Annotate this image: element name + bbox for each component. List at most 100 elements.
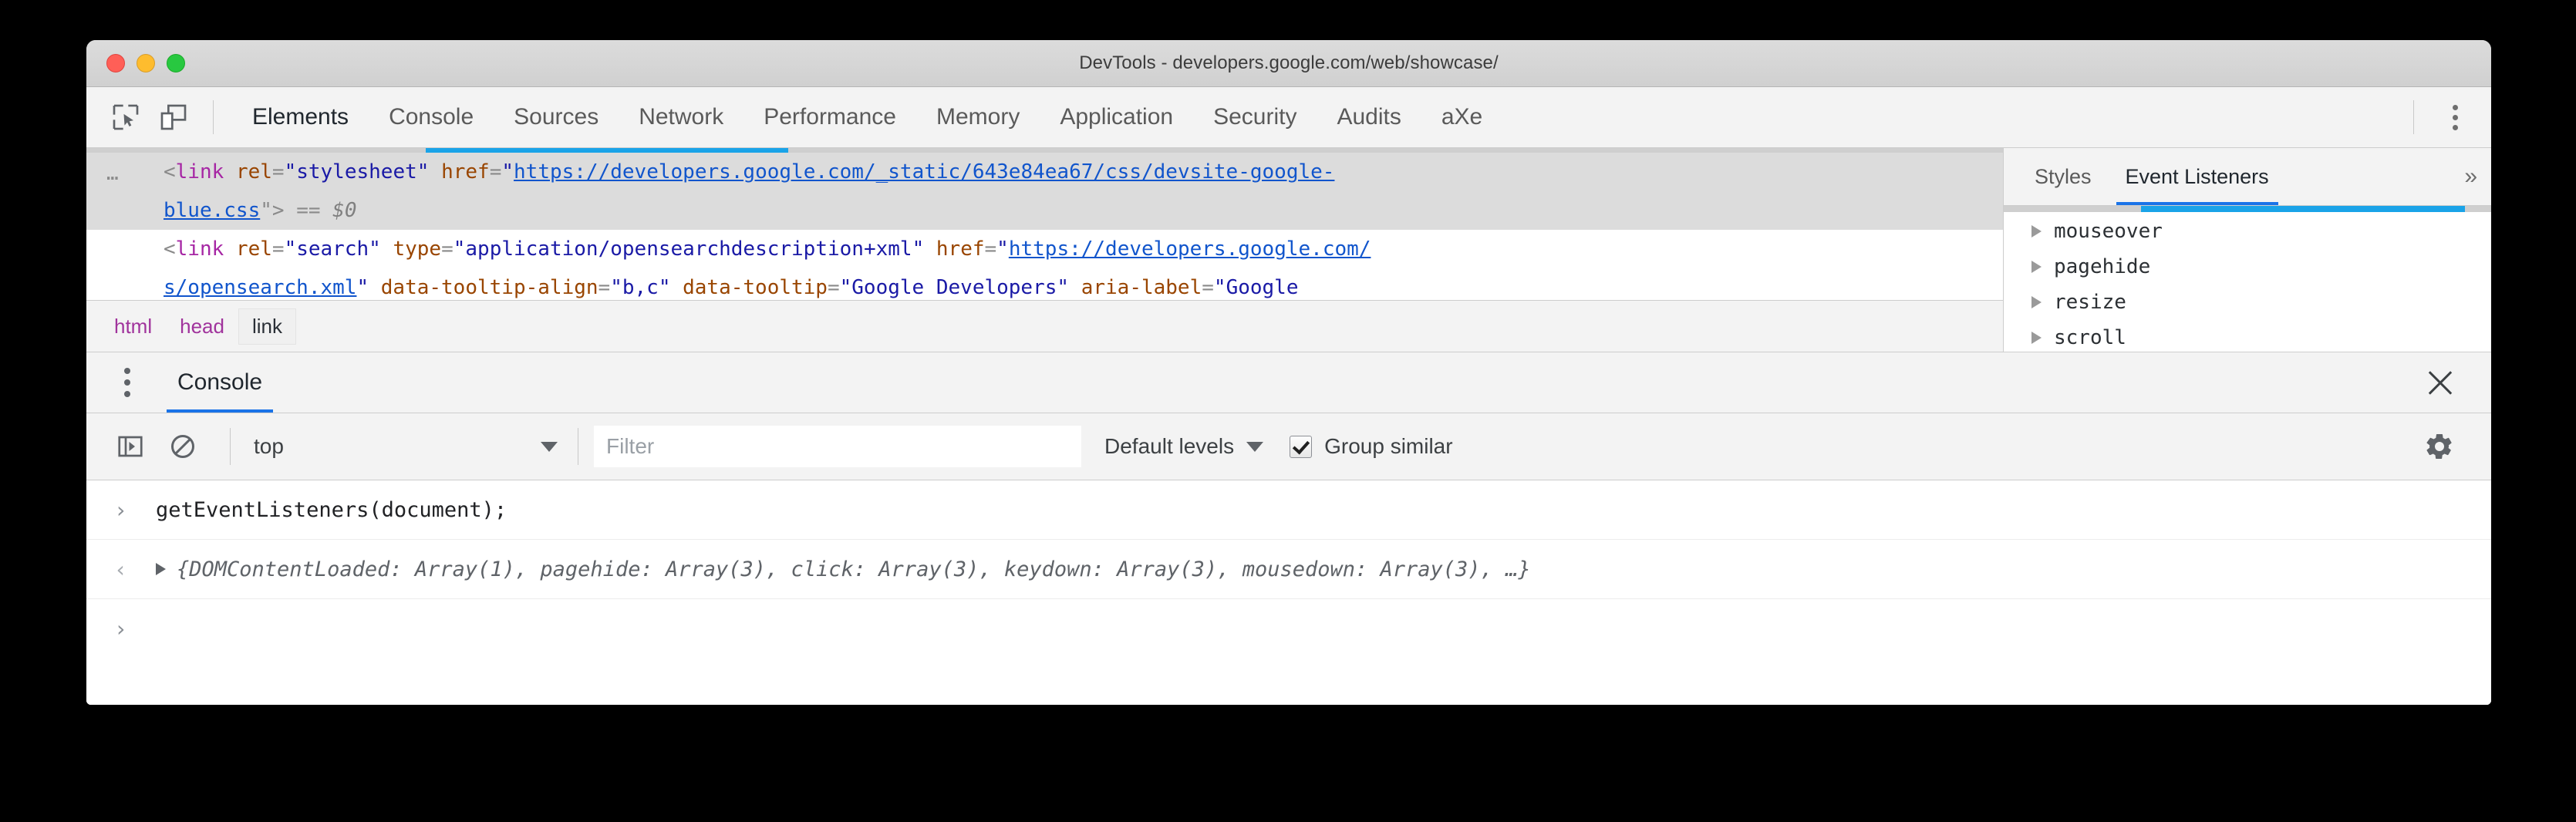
tab-console[interactable]: Console (369, 87, 494, 147)
drawer-toolbar: Console (86, 352, 2491, 413)
dom-dollar-zero: $0 (332, 199, 356, 222)
kebab-menu-icon[interactable] (2431, 105, 2479, 130)
sidebar-scrollbar-thumb[interactable] (2141, 206, 2465, 212)
tab-label: Security (1213, 104, 1296, 130)
tab-memory[interactable]: Memory (916, 87, 1040, 147)
dom-attr-value-href-cont[interactable]: s/opensearch.xml (164, 276, 356, 299)
dom-attr-value-aria-label: Google (1226, 276, 1299, 299)
traffic-lights (106, 54, 185, 72)
close-window-button[interactable] (106, 54, 125, 72)
breadcrumb-item-html[interactable]: html (100, 308, 166, 345)
zoom-window-button[interactable] (167, 54, 185, 72)
dom-attr-value-href[interactable]: https://developers.google.com/_static/64… (514, 160, 1334, 184)
clear-console-icon[interactable] (162, 426, 204, 467)
console-prompt-gutter-icon: › (114, 616, 156, 642)
expand-triangle-icon[interactable] (2031, 225, 2042, 238)
event-listener-row[interactable]: pagehide (2004, 249, 2491, 285)
tab-styles[interactable]: Styles (2018, 148, 2109, 205)
dom-attr-value-tooltip: Google Developers (851, 276, 1057, 299)
chevron-double-right-icon[interactable]: » (2450, 148, 2491, 205)
tab-audits[interactable]: Audits (1317, 87, 1421, 147)
inspect-element-icon[interactable] (103, 95, 148, 140)
toolbar-right-group (2413, 87, 2491, 147)
console-toolbar: top Default levels Group similar (86, 413, 2491, 480)
gear-icon[interactable] (2419, 426, 2460, 467)
event-listener-label: scroll (2054, 326, 2126, 349)
tab-label: Memory (936, 104, 1020, 130)
devtools-main-toolbar: Elements Console Sources Network Perform… (86, 87, 2491, 148)
event-listener-row[interactable]: scroll (2004, 320, 2491, 352)
dom-attr-rel: rel (236, 160, 272, 184)
tab-sources[interactable]: Sources (494, 87, 619, 147)
elements-sidebar: Styles Event Listeners » mouseover pageh… (2004, 148, 2491, 352)
tab-label: Audits (1337, 104, 1401, 130)
event-listener-row[interactable]: resize (2004, 285, 2491, 320)
device-toolbar-icon[interactable] (151, 95, 196, 140)
window-titlebar: DevTools - developers.google.com/web/sho… (86, 40, 2491, 87)
toolbar-divider (213, 100, 214, 134)
dom-q: " (285, 160, 297, 184)
dom-tag-close: "> (260, 199, 284, 222)
tab-elements[interactable]: Elements (232, 87, 369, 147)
console-sidebar-icon[interactable] (110, 426, 151, 467)
expand-triangle-icon[interactable] (2031, 296, 2042, 308)
log-levels-select[interactable]: Default levels (1104, 434, 1263, 459)
dom-node-row[interactable]: …<link rel="stylesheet" href="https://de… (86, 153, 2003, 191)
console-input-text: getEventListeners(document); (156, 498, 507, 522)
tab-application[interactable]: Application (1040, 87, 1193, 147)
drawer-tab-label: Console (177, 369, 262, 396)
dom-punct: < (164, 238, 176, 261)
event-listener-row[interactable]: mouseover (2004, 214, 2491, 249)
expand-triangle-icon[interactable] (2031, 261, 2042, 273)
kebab-menu-icon[interactable] (106, 368, 148, 397)
close-icon[interactable] (2420, 362, 2460, 403)
sidebar-horizontal-scrollbar[interactable] (2004, 206, 2491, 212)
drawer-tab-console[interactable]: Console (162, 352, 278, 413)
tab-label: Application (1060, 104, 1173, 130)
console-log[interactable]: › getEventListeners(document); ‹ {DOMCon… (86, 480, 2491, 705)
dom-tree[interactable]: …<link rel="stylesheet" href="https://de… (86, 148, 2003, 300)
dom-q: " (417, 160, 430, 184)
tab-label: aXe (1441, 104, 1482, 130)
tab-axe[interactable]: aXe (1421, 87, 1502, 147)
sidebar-tab-label: Event Listeners (2126, 165, 2269, 189)
breadcrumb-item-head[interactable]: head (166, 308, 238, 345)
tab-event-listeners[interactable]: Event Listeners (2109, 148, 2286, 205)
group-similar-checkbox[interactable] (1290, 436, 1312, 458)
tab-security[interactable]: Security (1193, 87, 1317, 147)
group-similar-toggle[interactable]: Group similar (1290, 434, 1452, 459)
console-prompt-row[interactable]: › (86, 599, 2491, 658)
filter-input[interactable] (594, 426, 1081, 467)
expand-triangle-icon[interactable] (2031, 332, 2042, 344)
dom-attr-aria-label: aria-label (1081, 276, 1202, 299)
toolbar-divider-right (2413, 100, 2414, 134)
minimize-window-button[interactable] (137, 54, 155, 72)
tab-label: Performance (764, 104, 896, 130)
dom-node-row[interactable]: <link rel="search" type="application/ope… (86, 230, 2003, 268)
breadcrumb-item-link[interactable]: link (238, 308, 296, 345)
console-output-row[interactable]: ‹ {DOMContentLoaded: Array(1), pagehide:… (86, 540, 2491, 599)
console-output-text[interactable]: {DOMContentLoaded: Array(1), pagehide: A… (156, 558, 1531, 581)
tab-performance[interactable]: Performance (743, 87, 916, 147)
dom-attr-value-tooltip-align: b,c (622, 276, 659, 299)
dom-tagname: link (176, 238, 224, 261)
expand-triangle-icon[interactable] (156, 563, 166, 575)
dom-q: " (501, 160, 514, 184)
dom-node-row-continued[interactable]: s/opensearch.xml" data-tooltip-align="b,… (86, 268, 2003, 300)
sidebar-tab-label: Styles (2035, 165, 2092, 189)
tab-network[interactable]: Network (619, 87, 743, 147)
expand-ellipsis-icon[interactable]: … (106, 154, 121, 193)
execution-context-select[interactable]: top (246, 434, 562, 459)
dom-node-row-continued[interactable]: blue.css"> == $0 (86, 191, 2003, 230)
dom-attr-value-type: application/opensearchdescription+xml (465, 238, 912, 261)
dom-attr-tooltip-align: data-tooltip-align (381, 276, 598, 299)
toolbar-divider (230, 428, 231, 465)
event-listener-label: resize (2054, 291, 2126, 314)
dom-punct: < (164, 160, 176, 184)
drawer-panel: Console top (86, 352, 2491, 705)
dom-attr-value-href-cont[interactable]: blue.css (164, 199, 260, 222)
console-input-row[interactable]: › getEventListeners(document); (86, 480, 2491, 540)
dom-attr-value-href[interactable]: https://developers.google.com/ (1009, 238, 1371, 261)
dom-attr-type: type (393, 238, 441, 261)
event-listener-list[interactable]: mouseover pagehide resize scroll (2004, 206, 2491, 352)
